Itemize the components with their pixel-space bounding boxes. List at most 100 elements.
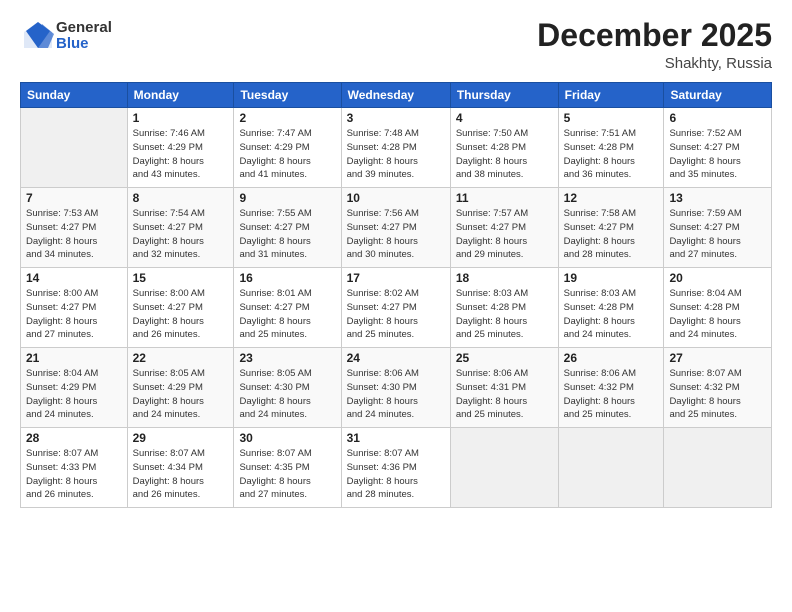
col-thursday: Thursday (450, 83, 558, 108)
day-number: 13 (669, 191, 766, 205)
day-number: 1 (133, 111, 229, 125)
col-wednesday: Wednesday (341, 83, 450, 108)
day-info: Sunrise: 8:04 AM Sunset: 4:28 PM Dayligh… (669, 287, 766, 342)
day-number: 24 (347, 351, 445, 365)
day-number: 12 (564, 191, 659, 205)
day-cell: 13Sunrise: 7:59 AM Sunset: 4:27 PM Dayli… (664, 188, 772, 268)
day-cell: 11 Sunrise: 7:57 AM Sunset: 4:27 PM Dayli… (450, 188, 558, 268)
day-number: 16 (239, 271, 335, 285)
month-title: December 2025 (537, 18, 772, 53)
day-cell: 22 Sunrise: 8:05 AM Sunset: 4:29 PM Dayli… (127, 348, 234, 428)
day-info: Sunrise: 8:03 AM Sunset: 4:28 PM Dayligh… (456, 287, 553, 342)
day-cell: 12Sunrise: 7:58 AM Sunset: 4:27 PM Dayli… (558, 188, 664, 268)
week-row-3: 21 Sunrise: 8:04 AM Sunset: 4:29 PM Dayli… (21, 348, 772, 428)
day-info: Sunrise: 8:02 AM Sunset: 4:27 PM Dayligh… (347, 287, 445, 342)
day-number: 8 (133, 191, 229, 205)
day-info: Sunrise: 7:54 AM Sunset: 4:27 PM Dayligh… (133, 207, 229, 262)
day-cell (21, 108, 128, 188)
day-cell: 31Sunrise: 8:07 AM Sunset: 4:36 PM Dayli… (341, 428, 450, 508)
logo-blue: Blue (56, 36, 112, 53)
col-friday: Friday (558, 83, 664, 108)
day-info: Sunrise: 8:00 AM Sunset: 4:27 PM Dayligh… (133, 287, 229, 342)
day-info: Sunrise: 8:06 AM Sunset: 4:31 PM Dayligh… (456, 367, 553, 422)
day-info: Sunrise: 7:53 AM Sunset: 4:27 PM Dayligh… (26, 207, 122, 262)
day-number: 6 (669, 111, 766, 125)
day-cell: 30Sunrise: 8:07 AM Sunset: 4:35 PM Dayli… (234, 428, 341, 508)
day-cell: 23 Sunrise: 8:05 AM Sunset: 4:30 PM Dayli… (234, 348, 341, 428)
week-row-4: 28 Sunrise: 8:07 AM Sunset: 4:33 PM Dayli… (21, 428, 772, 508)
day-number: 3 (347, 111, 445, 125)
day-info: Sunrise: 7:46 AM Sunset: 4:29 PM Dayligh… (133, 127, 229, 182)
day-info: Sunrise: 8:06 AM Sunset: 4:32 PM Dayligh… (564, 367, 659, 422)
day-number: 21 (26, 351, 122, 365)
day-info: Sunrise: 7:48 AM Sunset: 4:28 PM Dayligh… (347, 127, 445, 182)
day-info: Sunrise: 8:04 AM Sunset: 4:29 PM Dayligh… (26, 367, 122, 422)
day-number: 19 (564, 271, 659, 285)
header: General Blue December 2025 Shakhty, Russ… (20, 18, 772, 72)
day-info: Sunrise: 8:03 AM Sunset: 4:28 PM Dayligh… (564, 287, 659, 342)
location: Shakhty, Russia (537, 55, 772, 72)
day-cell: 7 Sunrise: 7:53 AM Sunset: 4:27 PM Daylig… (21, 188, 128, 268)
day-cell: 29Sunrise: 8:07 AM Sunset: 4:34 PM Dayli… (127, 428, 234, 508)
day-cell: 16 Sunrise: 8:01 AM Sunset: 4:27 PM Dayli… (234, 268, 341, 348)
day-info: Sunrise: 8:07 AM Sunset: 4:34 PM Dayligh… (133, 447, 229, 502)
day-cell: 5Sunrise: 7:51 AM Sunset: 4:28 PM Daylig… (558, 108, 664, 188)
day-info: Sunrise: 7:57 AM Sunset: 4:27 PM Dayligh… (456, 207, 553, 262)
day-info: Sunrise: 7:52 AM Sunset: 4:27 PM Dayligh… (669, 127, 766, 182)
day-cell (664, 428, 772, 508)
day-info: Sunrise: 8:07 AM Sunset: 4:33 PM Dayligh… (26, 447, 122, 502)
day-number: 22 (133, 351, 229, 365)
day-info: Sunrise: 8:05 AM Sunset: 4:30 PM Dayligh… (239, 367, 335, 422)
day-number: 5 (564, 111, 659, 125)
day-number: 17 (347, 271, 445, 285)
day-info: Sunrise: 7:47 AM Sunset: 4:29 PM Dayligh… (239, 127, 335, 182)
day-cell: 1 Sunrise: 7:46 AM Sunset: 4:29 PM Daylig… (127, 108, 234, 188)
day-cell: 28 Sunrise: 8:07 AM Sunset: 4:33 PM Dayli… (21, 428, 128, 508)
day-number: 27 (669, 351, 766, 365)
day-cell (450, 428, 558, 508)
day-number: 20 (669, 271, 766, 285)
day-cell: 24Sunrise: 8:06 AM Sunset: 4:30 PM Dayli… (341, 348, 450, 428)
day-cell: 18 Sunrise: 8:03 AM Sunset: 4:28 PM Dayli… (450, 268, 558, 348)
calendar: Sunday Monday Tuesday Wednesday Thursday… (20, 82, 772, 508)
week-row-2: 14Sunrise: 8:00 AM Sunset: 4:27 PM Dayli… (21, 268, 772, 348)
title-block: December 2025 Shakhty, Russia (537, 18, 772, 72)
col-saturday: Saturday (664, 83, 772, 108)
day-number: 31 (347, 431, 445, 445)
day-number: 9 (239, 191, 335, 205)
day-cell: 15 Sunrise: 8:00 AM Sunset: 4:27 PM Dayli… (127, 268, 234, 348)
day-cell: 26 Sunrise: 8:06 AM Sunset: 4:32 PM Dayli… (558, 348, 664, 428)
day-number: 11 (456, 191, 553, 205)
day-cell (558, 428, 664, 508)
col-monday: Monday (127, 83, 234, 108)
day-number: 15 (133, 271, 229, 285)
day-info: Sunrise: 8:00 AM Sunset: 4:27 PM Dayligh… (26, 287, 122, 342)
day-cell: 4Sunrise: 7:50 AM Sunset: 4:28 PM Daylig… (450, 108, 558, 188)
day-number: 10 (347, 191, 445, 205)
day-cell: 3 Sunrise: 7:48 AM Sunset: 4:28 PM Daylig… (341, 108, 450, 188)
week-row-0: 1 Sunrise: 7:46 AM Sunset: 4:29 PM Daylig… (21, 108, 772, 188)
logo-icon (20, 18, 56, 54)
day-info: Sunrise: 8:07 AM Sunset: 4:32 PM Dayligh… (669, 367, 766, 422)
day-cell: 20 Sunrise: 8:04 AM Sunset: 4:28 PM Dayli… (664, 268, 772, 348)
day-cell: 2Sunrise: 7:47 AM Sunset: 4:29 PM Daylig… (234, 108, 341, 188)
day-cell: 25Sunrise: 8:06 AM Sunset: 4:31 PM Dayli… (450, 348, 558, 428)
day-number: 23 (239, 351, 335, 365)
header-row: Sunday Monday Tuesday Wednesday Thursday… (21, 83, 772, 108)
col-sunday: Sunday (21, 83, 128, 108)
col-tuesday: Tuesday (234, 83, 341, 108)
week-row-1: 7 Sunrise: 7:53 AM Sunset: 4:27 PM Daylig… (21, 188, 772, 268)
logo-general: General (56, 20, 112, 37)
day-cell: 14Sunrise: 8:00 AM Sunset: 4:27 PM Dayli… (21, 268, 128, 348)
day-number: 26 (564, 351, 659, 365)
day-number: 7 (26, 191, 122, 205)
day-info: Sunrise: 8:05 AM Sunset: 4:29 PM Dayligh… (133, 367, 229, 422)
day-number: 28 (26, 431, 122, 445)
day-number: 18 (456, 271, 553, 285)
day-cell: 10Sunrise: 7:56 AM Sunset: 4:27 PM Dayli… (341, 188, 450, 268)
logo-text: General Blue (56, 20, 112, 53)
day-cell: 19 Sunrise: 8:03 AM Sunset: 4:28 PM Dayli… (558, 268, 664, 348)
day-info: Sunrise: 8:07 AM Sunset: 4:35 PM Dayligh… (239, 447, 335, 502)
day-cell: 17 Sunrise: 8:02 AM Sunset: 4:27 PM Dayli… (341, 268, 450, 348)
day-info: Sunrise: 8:01 AM Sunset: 4:27 PM Dayligh… (239, 287, 335, 342)
